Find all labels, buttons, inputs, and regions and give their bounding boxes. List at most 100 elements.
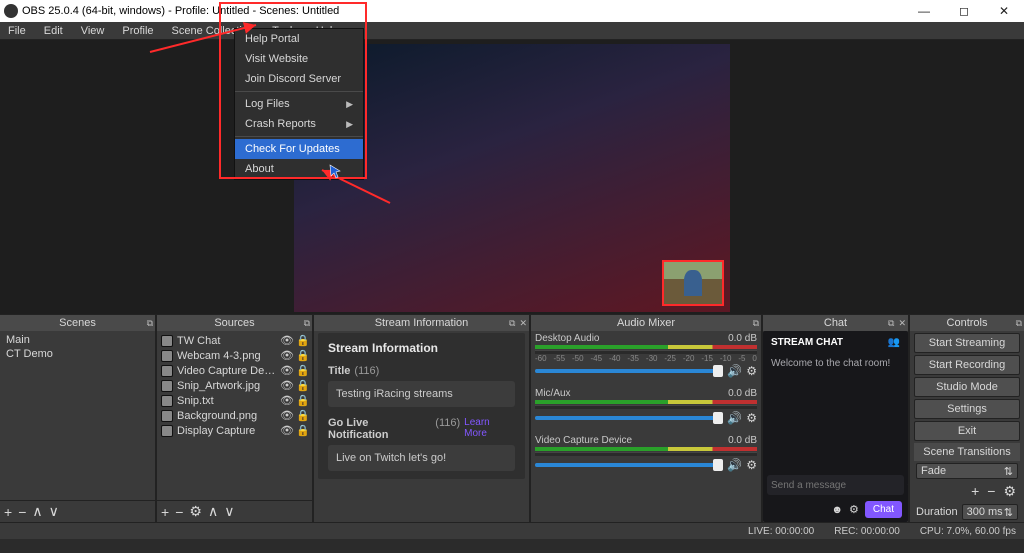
transition-remove-button[interactable]: − xyxy=(987,483,995,500)
dock-close-icon[interactable]: ✕ xyxy=(898,318,906,329)
source-item[interactable]: Snip_Artwork.jpg👁🔒 xyxy=(161,378,308,393)
channel-db: 0.0 dB xyxy=(728,333,757,344)
source-item[interactable]: TW Chat👁🔒 xyxy=(161,333,308,348)
scene-down-button[interactable]: ∨ xyxy=(49,503,59,520)
volume-slider[interactable] xyxy=(535,416,723,420)
controls-header: Controls ⧉ xyxy=(910,315,1024,331)
add-scene-button[interactable]: + xyxy=(4,504,12,520)
source-settings-button[interactable]: ⚙ xyxy=(189,503,202,520)
window-minimize-button[interactable]: — xyxy=(904,0,944,22)
stream-info-header: Stream Information ⧉✕ xyxy=(314,315,529,331)
channel-settings-icon[interactable]: ⚙ xyxy=(746,458,757,472)
help-dropdown-menu: Help Portal Visit Website Join Discord S… xyxy=(234,28,364,180)
golive-input[interactable]: Live on Twitch let's go! xyxy=(328,445,515,471)
chat-emoji-button[interactable]: ☻ xyxy=(831,504,843,516)
remove-scene-button[interactable]: − xyxy=(18,504,26,520)
source-type-icon xyxy=(161,335,173,347)
volume-slider[interactable] xyxy=(535,463,723,467)
chat-settings-icon[interactable]: ⚙ xyxy=(849,503,859,516)
sources-list[interactable]: TW Chat👁🔒Webcam 4-3.png👁🔒Video Capture D… xyxy=(157,331,312,500)
help-menu-join-discord[interactable]: Join Discord Server xyxy=(235,69,363,89)
lock-toggle-icon[interactable]: 🔒 xyxy=(296,409,308,422)
duration-spinner[interactable]: 300 ms ⇅ xyxy=(962,504,1018,520)
source-item[interactable]: Background.png👁🔒 xyxy=(161,408,308,423)
menu-separator xyxy=(235,91,363,92)
visibility-toggle-icon[interactable]: 👁 xyxy=(280,424,292,437)
menu-file[interactable]: File xyxy=(4,24,30,38)
source-item[interactable]: Snip.txt👁🔒 xyxy=(161,393,308,408)
volume-slider[interactable] xyxy=(535,369,723,373)
source-item[interactable]: Webcam 4-3.png👁🔒 xyxy=(161,348,308,363)
help-menu-visit-website[interactable]: Visit Website xyxy=(235,49,363,69)
lock-toggle-icon[interactable]: 🔒 xyxy=(296,334,308,347)
start-recording-button[interactable]: Start Recording xyxy=(914,355,1020,375)
mixer-ticks: -60-55-50-45-40-35-30-25-20-15-10-50 xyxy=(535,354,757,362)
source-item[interactable]: Display Capture👁🔒 xyxy=(161,423,308,438)
scenes-list[interactable]: Main CT Demo xyxy=(0,331,155,500)
add-source-button[interactable]: + xyxy=(161,504,169,520)
chat-emote-icon[interactable]: ◑ xyxy=(907,479,908,491)
help-menu-crash-reports[interactable]: Crash Reports▶ xyxy=(235,114,363,134)
learn-more-link[interactable]: Learn More xyxy=(464,417,515,441)
window-maximize-button[interactable]: ◻ xyxy=(944,0,984,22)
webcam-overlay[interactable] xyxy=(662,260,724,306)
remove-source-button[interactable]: − xyxy=(175,504,183,520)
sources-toolbar: + − ⚙ ∧ ∨ xyxy=(157,500,312,522)
dock-popout-icon[interactable]: ⧉ xyxy=(753,318,759,329)
channel-settings-icon[interactable]: ⚙ xyxy=(746,364,757,378)
help-menu-about[interactable]: About xyxy=(235,159,363,179)
stream-info-title: Stream Information xyxy=(328,341,515,355)
source-up-button[interactable]: ∧ xyxy=(208,503,218,520)
scenes-dock: Scenes ⧉ Main CT Demo + − ∧ ∨ xyxy=(0,314,155,522)
chat-input[interactable] xyxy=(771,480,903,491)
speaker-icon[interactable]: 🔊 xyxy=(727,458,742,472)
visibility-toggle-icon[interactable]: 👁 xyxy=(280,364,292,377)
dropdown-arrows-icon: ⇅ xyxy=(1004,465,1013,478)
scene-item[interactable]: Main xyxy=(4,333,151,347)
studio-mode-button[interactable]: Studio Mode xyxy=(914,377,1020,397)
menu-edit[interactable]: Edit xyxy=(40,24,67,38)
visibility-toggle-icon[interactable]: 👁 xyxy=(280,379,292,392)
status-bar: LIVE: 00:00:00 REC: 00:00:00 CPU: 7.0%, … xyxy=(0,522,1024,539)
scene-up-button[interactable]: ∧ xyxy=(32,503,42,520)
lock-toggle-icon[interactable]: 🔒 xyxy=(296,379,308,392)
chat-messages: Welcome to the chat room! xyxy=(763,354,908,471)
lock-toggle-icon[interactable]: 🔒 xyxy=(296,424,308,437)
exit-button[interactable]: Exit xyxy=(914,421,1020,441)
visibility-toggle-icon[interactable]: 👁 xyxy=(280,349,292,362)
visibility-toggle-icon[interactable]: 👁 xyxy=(280,409,292,422)
lock-toggle-icon[interactable]: 🔒 xyxy=(296,394,308,407)
channel-settings-icon[interactable]: ⚙ xyxy=(746,411,757,425)
settings-button[interactable]: Settings xyxy=(914,399,1020,419)
speaker-icon[interactable]: 🔊 xyxy=(727,364,742,378)
audio-mixer-dock: Audio Mixer ⧉ Desktop Audio0.0 dB-60-55-… xyxy=(531,314,761,522)
visibility-toggle-icon[interactable]: 👁 xyxy=(280,334,292,347)
stream-title-input[interactable]: Testing iRacing streams xyxy=(328,381,515,407)
transition-settings-icon[interactable]: ⚙ xyxy=(1003,483,1016,500)
scene-item[interactable]: CT Demo xyxy=(4,347,151,361)
chat-send-button[interactable]: Chat xyxy=(865,501,902,518)
dock-popout-icon[interactable]: ⧉ xyxy=(147,318,153,329)
visibility-toggle-icon[interactable]: 👁 xyxy=(280,394,292,407)
help-menu-check-for-updates[interactable]: Check For Updates xyxy=(235,139,363,159)
lock-toggle-icon[interactable]: 🔒 xyxy=(296,349,308,362)
dock-popout-icon[interactable]: ⧉ xyxy=(888,318,894,329)
transition-add-button[interactable]: + xyxy=(971,483,979,500)
source-item[interactable]: Video Capture Device👁🔒 xyxy=(161,363,308,378)
transition-select[interactable]: Fade ⇅ xyxy=(916,463,1018,479)
dock-popout-icon[interactable]: ⧉ xyxy=(1016,318,1022,329)
source-down-button[interactable]: ∨ xyxy=(224,503,234,520)
menu-view[interactable]: View xyxy=(77,24,109,38)
users-icon[interactable]: 👥 xyxy=(888,337,900,348)
dock-popout-icon[interactable]: ⧉ xyxy=(509,318,515,329)
lock-toggle-icon[interactable]: 🔒 xyxy=(296,364,308,377)
speaker-icon[interactable]: 🔊 xyxy=(727,411,742,425)
start-streaming-button[interactable]: Start Streaming xyxy=(914,333,1020,353)
window-close-button[interactable]: ✕ xyxy=(984,0,1024,22)
title-char-count: (116) xyxy=(354,365,379,377)
dock-close-icon[interactable]: ✕ xyxy=(519,318,527,329)
dock-popout-icon[interactable]: ⧉ xyxy=(304,318,310,329)
menu-profile[interactable]: Profile xyxy=(118,24,157,38)
help-menu-log-files[interactable]: Log Files▶ xyxy=(235,94,363,114)
help-menu-help-portal[interactable]: Help Portal xyxy=(235,29,363,49)
